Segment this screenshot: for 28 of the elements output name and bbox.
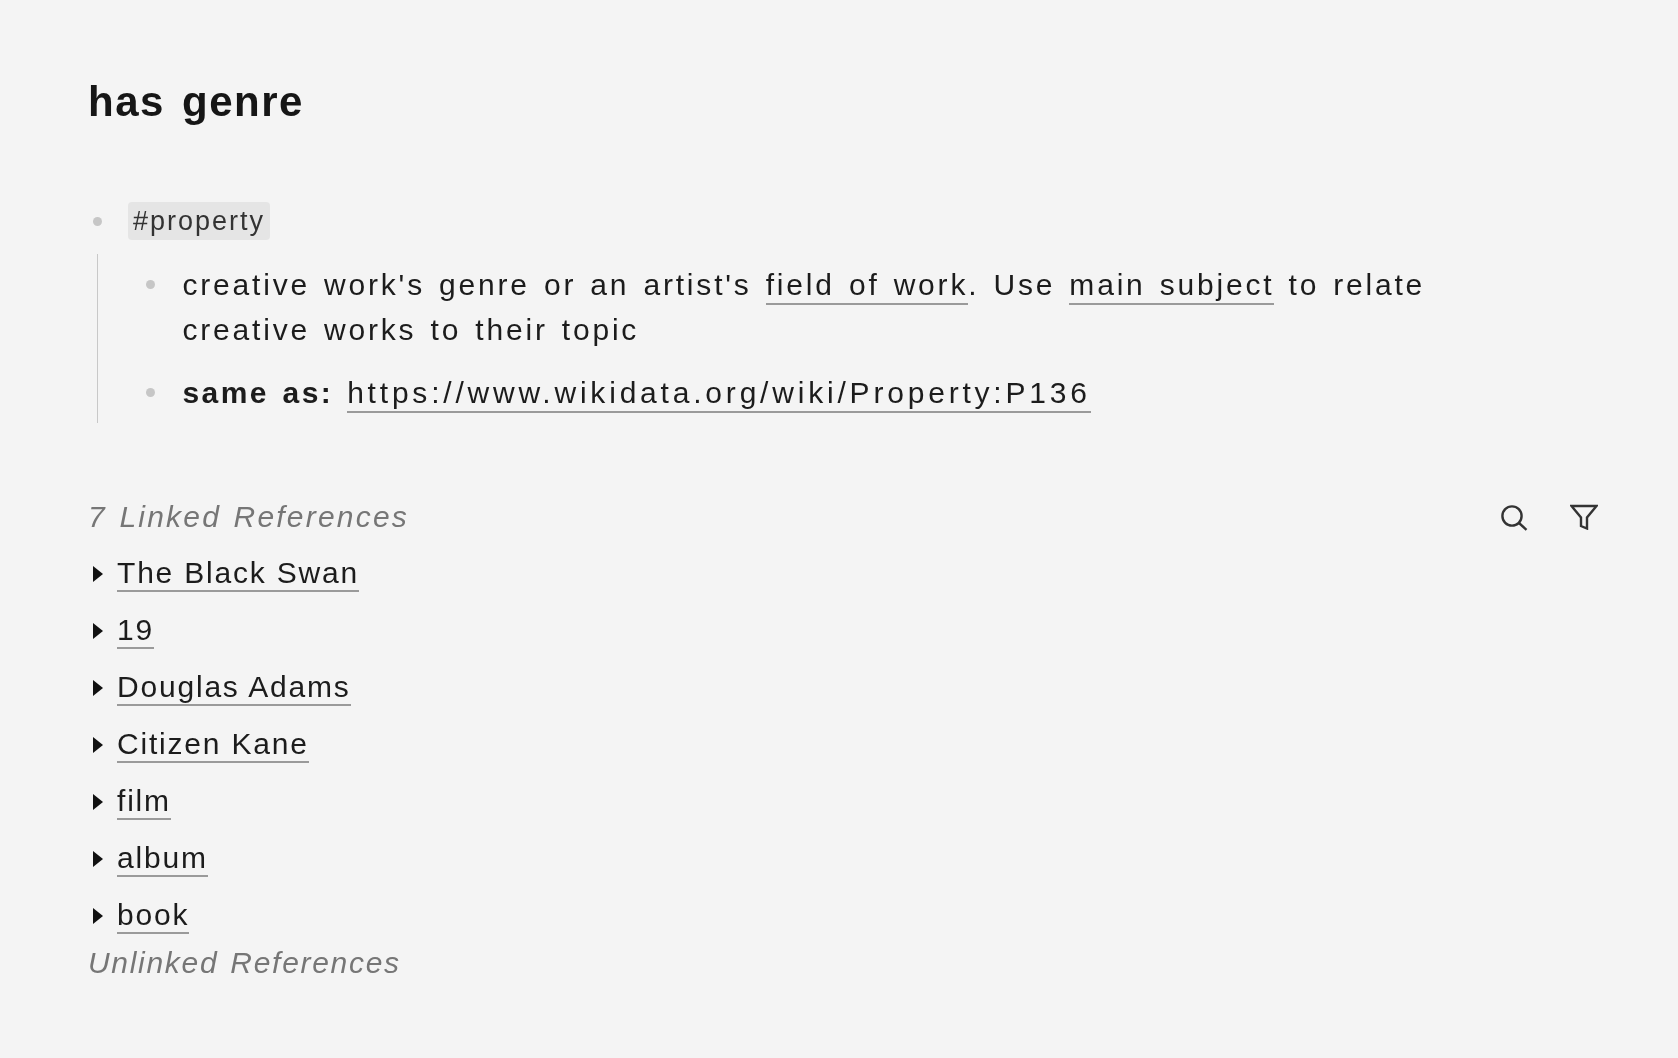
page-link[interactable]: main subject <box>1069 268 1275 305</box>
block-text: creative work's genre or an artist's field of work. Use main subject to relate creative works to their topic <box>182 267 1427 348</box>
bullet-icon <box>146 280 155 289</box>
caret-right-icon[interactable] <box>93 566 103 582</box>
search-icon[interactable] <box>1500 503 1528 531</box>
page-link[interactable]: album <box>117 841 208 877</box>
page-link[interactable]: 19 <box>117 613 154 649</box>
section-heading: Unlinked References <box>88 945 401 981</box>
page-title: has genre <box>88 77 304 127</box>
caret-right-icon[interactable] <box>93 794 103 810</box>
url-link[interactable]: https://www.wikidata.org/wiki/Property:P136 <box>347 376 1091 413</box>
bullet-icon <box>146 388 155 397</box>
page-link[interactable]: Douglas Adams <box>117 670 351 706</box>
tag-link[interactable]: #property <box>128 202 271 240</box>
caret-right-icon[interactable] <box>93 851 103 867</box>
page-link[interactable]: The Black Swan <box>117 556 359 592</box>
property-label: same as: <box>182 376 334 409</box>
caret-right-icon[interactable] <box>93 737 103 753</box>
section-heading: 7 Linked References <box>88 499 409 535</box>
caret-right-icon[interactable] <box>93 680 103 696</box>
page-link[interactable]: film <box>117 784 171 820</box>
filter-icon[interactable] <box>1570 504 1598 530</box>
caret-right-icon[interactable] <box>93 623 103 639</box>
bullet-icon <box>92 216 102 226</box>
page-link[interactable]: field of work <box>765 268 969 305</box>
caret-right-icon[interactable] <box>93 908 103 924</box>
page-link[interactable]: Citizen Kane <box>117 727 309 763</box>
page-link[interactable]: book <box>117 898 190 934</box>
